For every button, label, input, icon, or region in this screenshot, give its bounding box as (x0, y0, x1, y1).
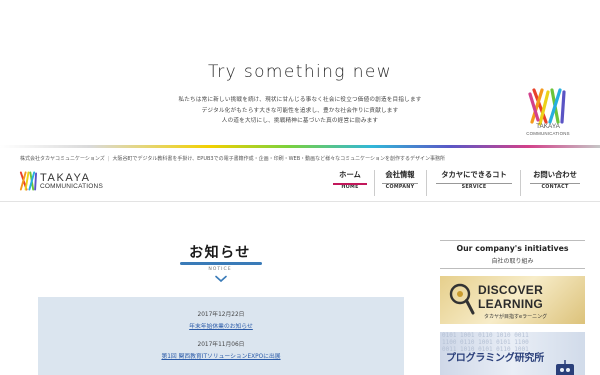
discover-line2: LEARNING (478, 297, 544, 311)
nav-contact-sub: CONTACT (541, 185, 569, 190)
hero-section: Try something new 私たちは常に新しい挑戦を続け、現状に甘んじる… (0, 0, 600, 145)
nav-divider (426, 170, 427, 196)
hero-philosophy: 私たちは常に新しい挑戦を続け、現状に甘んじる事なく社会に役立つ価値の創造を目指し… (0, 95, 600, 127)
site-logo[interactable]: TAKAYA COMMUNICATIONS (18, 170, 113, 194)
nav-home-sub: HOME (341, 185, 359, 190)
nav-underline (530, 183, 580, 184)
discover-learning-banner[interactable]: DISCOVER LEARNING タカヤが目指すeラーニング (440, 276, 585, 324)
nav-active-indicator (333, 183, 367, 185)
brand-mark-icon (19, 171, 37, 191)
hero-philosophy-line: デジタル化がもたらす大きな可能性を追求し、豊かな社会作りに貢献します (201, 107, 399, 114)
programming-lab-banner[interactable]: 0101 1001 0110 1010 0011 1100 0110 1001 … (440, 332, 585, 375)
nav-service-label: タカヤにできるコト (441, 170, 507, 179)
discover-line1: DISCOVER (478, 283, 544, 297)
hero-philosophy-line: 私たちは常に新しい挑戦を続け、現状に甘んじる事なく社会に役立つ価値の創造を目指し… (178, 97, 422, 103)
magnifier-icon (449, 283, 475, 315)
sidebar-subtitle: 自社の取り組み (491, 258, 534, 265)
logo-name: TAKAYA (536, 123, 560, 130)
nav-service-sub: SERVICE (461, 185, 487, 190)
nav-company-sub: COMPANY (385, 185, 415, 190)
main-content: お知らせ NOTICE 2017年12月22日 年末年始休業のお知らせ 2017… (0, 202, 600, 375)
site-header: 株式会社タカヤコミュニケーションズ | 大阪谷町でデジタル教科書を手掛け、EPUB3… (0, 148, 600, 200)
nav-divider (520, 170, 521, 196)
nav-contact-label: お問い合わせ (533, 170, 577, 179)
takaya-logo-text: TAKAYA COMMUNICATIONS (517, 123, 579, 137)
logo-sub: COMMUNICATIONS (526, 131, 570, 136)
news-item: 2017年12月22日 年末年始休業のお知らせ (38, 309, 404, 330)
company-description: 大阪谷町でデジタル教科書を手掛け、EPUB3での電子書籍作成・企画・印刷・WEB… (112, 156, 446, 162)
nav-home-label: ホーム (339, 170, 361, 179)
notice-heading-underline (180, 262, 262, 265)
notice-heading: お知らせ (189, 245, 251, 261)
discover-caption: タカヤが目指すeラーニング (484, 314, 548, 320)
notice-subheading: NOTICE (208, 267, 232, 272)
robot-icon (556, 360, 574, 375)
header-description: 株式会社タカヤコミュニケーションズ | 大阪谷町でデジタル教科書を手掛け、EPUB3… (20, 155, 445, 162)
hero-philosophy-line: 人の道を大切にし、挑戦精神に基づいた真の経営に励みます (221, 118, 379, 124)
nav-underline (382, 183, 418, 184)
nav-divider (374, 170, 375, 196)
nav-contact[interactable]: お問い合わせ CONTACT (530, 170, 580, 196)
nav-company-label: 会社情報 (385, 170, 415, 179)
news-item: 2017年11月06日 第1回 関西教育ITソリューションEXPOに出展 (38, 339, 404, 360)
programming-lab-label: プログラミング研究所 (446, 353, 544, 364)
news-link[interactable]: 年末年始休業のお知らせ (38, 321, 404, 330)
news-date: 2017年12月22日 (197, 312, 245, 318)
sidebar-rule (440, 268, 585, 269)
nav-underline (436, 183, 512, 184)
nav-company[interactable]: 会社情報 COMPANY (382, 170, 418, 196)
news-link[interactable]: 第1回 関西教育ITソリューションEXPOに出展 (38, 351, 404, 360)
nav-home[interactable]: ホーム HOME (333, 170, 367, 196)
company-name: 株式会社タカヤコミュニケーションズ (20, 156, 105, 162)
nav-service[interactable]: タカヤにできるコト SERVICE (436, 170, 512, 196)
hero-tagline: Try something new (207, 62, 393, 82)
brand-sub: COMMUNICATIONS (40, 183, 103, 190)
separator: | (107, 156, 110, 162)
chevron-down-icon (215, 275, 227, 283)
sidebar-top-rule (440, 240, 585, 241)
news-list: 2017年12月22日 年末年始休業のお知らせ 2017年11月06日 第1回 … (38, 297, 404, 375)
news-date: 2017年11月06日 (197, 342, 245, 348)
sidebar-title: Our company's initiatives (456, 244, 569, 253)
